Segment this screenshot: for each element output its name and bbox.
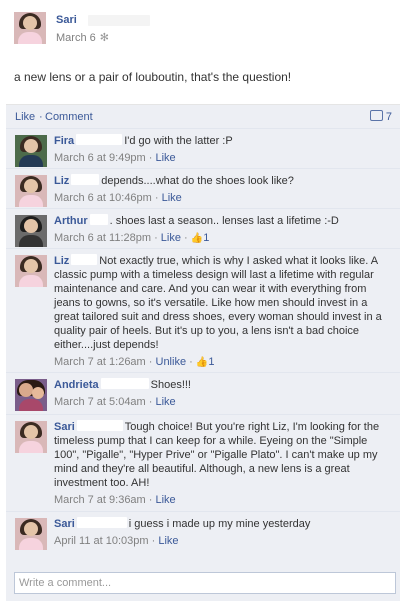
comment-count[interactable]: 7: [369, 110, 392, 123]
redacted-name: [71, 254, 98, 265]
comment-item: Sari Tough choice! But you're right Liz, …: [6, 415, 400, 512]
redacted-name: [100, 378, 149, 389]
commenter-name[interactable]: Liz: [54, 175, 69, 187]
redacted-name: [76, 134, 123, 145]
comment-date[interactable]: March 7 at 1:26am: [54, 356, 146, 368]
avatar[interactable]: [15, 379, 47, 411]
comment-meta: April 11 at 10:03pm · Like: [54, 535, 179, 547]
post-date: March 6 ✻: [56, 31, 109, 44]
comment-date[interactable]: April 11 at 10:03pm: [54, 535, 149, 547]
comment-date[interactable]: March 6 at 10:46pm: [54, 192, 152, 204]
commenter-name[interactable]: Fira: [54, 135, 74, 147]
redacted-name: [76, 420, 123, 431]
comment-meta: March 7 at 1:26am · Unlike · 👍1: [54, 356, 215, 368]
comment-text: Shoes!!!: [150, 379, 191, 391]
comment-meta: March 6 at 11:28pm · Like · 👍1: [54, 232, 210, 244]
comment-bubble-icon: [369, 110, 383, 121]
comment-meta: March 7 at 9:36am · Like: [54, 494, 176, 506]
avatar[interactable]: [15, 175, 47, 207]
comments-panel: Like · Comment 7 Fira I'd go with the lat…: [6, 104, 400, 601]
comment-text: Tough choice! But you're right Liz, I'm …: [54, 421, 380, 489]
post-text: a new lens or a pair of louboutin, that'…: [14, 70, 292, 84]
comment-text: . shoes last a season.. lenses last a li…: [109, 215, 339, 227]
post-header: Sari March 6 ✻: [14, 12, 394, 52]
separator: ·: [39, 111, 43, 123]
avatar[interactable]: [15, 421, 47, 453]
write-comment-input[interactable]: Write a comment...: [14, 572, 396, 594]
comment-item: Andrieta Shoes!!! March 7 at 5:04am · Lik…: [6, 373, 400, 415]
avatar[interactable]: [15, 518, 47, 550]
comment-text: depends....what do the shoes look like?: [101, 175, 294, 187]
like-link[interactable]: Like: [156, 494, 176, 506]
redacted-name: [76, 517, 127, 528]
like-button[interactable]: Like: [15, 111, 35, 123]
like-link[interactable]: Like: [158, 535, 178, 547]
comment-item: Fira I'd go with the latter :P March 6 at…: [6, 129, 400, 169]
commenter-name[interactable]: Sari: [54, 518, 75, 530]
commenter-name[interactable]: Andrieta: [54, 379, 99, 391]
unlike-link[interactable]: Unlike: [156, 356, 187, 368]
thumbs-up-icon[interactable]: 👍: [196, 357, 208, 368]
redacted-name: [71, 174, 100, 185]
comment-date[interactable]: March 7 at 5:04am: [54, 396, 146, 408]
commenter-name[interactable]: Sari: [54, 421, 75, 433]
post-timestamp[interactable]: March 6: [56, 32, 96, 44]
avatar[interactable]: [15, 215, 47, 247]
like-count[interactable]: 1: [208, 356, 214, 368]
avatar[interactable]: [15, 135, 47, 167]
post-author[interactable]: Sari: [56, 14, 77, 26]
commenter-name[interactable]: Arthur: [54, 215, 88, 227]
like-link[interactable]: Like: [156, 152, 176, 164]
comment-date[interactable]: March 7 at 9:36am: [54, 494, 146, 506]
comment-button[interactable]: Comment: [45, 111, 93, 123]
comment-count-value: 7: [385, 111, 392, 123]
redacted-name: [89, 214, 108, 225]
avatar[interactable]: [14, 12, 46, 44]
comment-date[interactable]: March 6 at 11:28pm: [54, 232, 151, 244]
gear-icon[interactable]: ✻: [100, 32, 109, 44]
like-link[interactable]: Like: [161, 232, 181, 244]
like-count[interactable]: 1: [203, 232, 209, 244]
like-link[interactable]: Like: [162, 192, 182, 204]
comment-meta: March 7 at 5:04am · Like: [54, 396, 176, 408]
avatar[interactable]: [15, 255, 47, 287]
comment-item: Arthur . shoes last a season.. lenses las…: [6, 209, 400, 249]
redacted-name: [88, 15, 150, 26]
thumbs-up-icon[interactable]: 👍: [191, 233, 203, 244]
comment-text: i guess i made up my mine yesterday: [128, 518, 311, 530]
comment-item: Sari i guess i made up my mine yesterday …: [6, 512, 400, 550]
comment-item: Liz Not exactly true, which is why I aske…: [6, 249, 400, 373]
comment-text: I'd go with the latter :P: [124, 135, 233, 147]
like-link[interactable]: Like: [156, 396, 176, 408]
comment-meta: March 6 at 9:49pm · Like: [54, 152, 176, 164]
comment-date[interactable]: March 6 at 9:49pm: [54, 152, 146, 164]
comment-text: Not exactly true, which is why I asked w…: [54, 255, 382, 351]
comment-meta: March 6 at 10:46pm · Like: [54, 192, 182, 204]
action-bar: Like · Comment 7: [6, 105, 400, 129]
commenter-name[interactable]: Liz: [54, 255, 69, 267]
comment-item: Liz depends....what do the shoes look lik…: [6, 169, 400, 209]
